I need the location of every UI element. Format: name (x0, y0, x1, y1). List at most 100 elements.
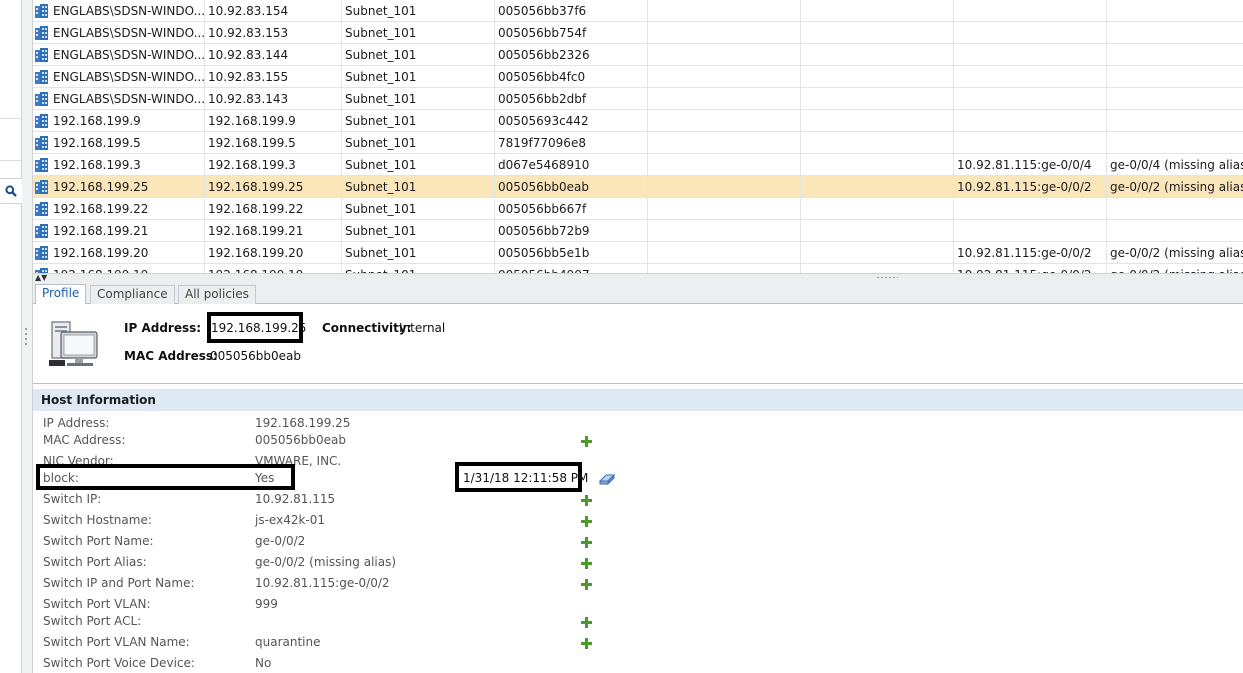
table-row[interactable]: 192.168.199.9 192.168.199.9 Subnet_101 0050… (33, 110, 1243, 132)
table-cell (1107, 110, 1243, 132)
cell-text: 192.168.199.21 (53, 224, 149, 238)
table-cell (1107, 220, 1243, 242)
table-cell: d067e5468910 (495, 154, 648, 176)
cell-text: Subnet_101 (345, 4, 417, 18)
table-row[interactable]: 192.168.199.20 192.168.199.20 Subnet_101 00… (33, 242, 1243, 264)
table-cell: 192.168.199.22 (33, 198, 205, 220)
table-cell: 192.168.199.21 (205, 220, 342, 242)
plus-icon[interactable] (581, 558, 592, 569)
host-icon (35, 224, 48, 238)
table-row[interactable]: 192.168.199.22 192.168.199.22 Subnet_101 00… (33, 198, 1243, 220)
app-window: ENGLABS\SDSN-WINDO... 10.92.83.154 Subnet_… (0, 0, 1243, 673)
host-icon (35, 202, 48, 216)
left-panel-divider (0, 118, 22, 119)
table-cell (801, 88, 954, 110)
cell-text: 192.168.199.20 (208, 246, 304, 260)
host-info-label: IP Address: (43, 416, 110, 430)
cell-text: 192.168.199.3 (53, 158, 141, 172)
panel-splitter[interactable] (22, 0, 33, 673)
cell-text: 192.168.199.9 (208, 114, 296, 128)
table-cell: Subnet_101 (342, 44, 495, 66)
plus-icon[interactable] (581, 617, 592, 628)
cell-text: 005056bb2326 (498, 48, 590, 62)
table-resize-bar[interactable]: ▲▼ (33, 274, 1243, 282)
cell-text: ENGLABS\SDSN-WINDO... (53, 70, 205, 84)
host-info-label: Switch Port Name: (43, 534, 154, 548)
table-cell: 7819f77096e8 (495, 132, 648, 154)
mac-address-value: 005056bb0eab (210, 349, 302, 363)
table-cell: ge-0/0/2 (missing alias) (1107, 264, 1243, 273)
resize-grip[interactable] (876, 276, 898, 279)
table-cell: Subnet_101 (342, 242, 495, 264)
table-cell (954, 198, 1107, 220)
host-info-value: ge-0/0/2 (255, 534, 306, 548)
table-cell (1107, 88, 1243, 110)
host-info-value: No (255, 656, 272, 670)
table-cell (1107, 132, 1243, 154)
cell-text: d067e5468910 (498, 158, 590, 172)
table-cell (648, 44, 801, 66)
left-search-button[interactable] (0, 178, 22, 204)
collapse-arrows-icon[interactable]: ▲▼ (35, 274, 47, 282)
table-cell (801, 220, 954, 242)
cell-text: 10.92.83.155 (208, 70, 289, 84)
host-icon (35, 70, 48, 84)
cell-text: Subnet_101 (345, 136, 417, 150)
table-cell (801, 132, 954, 154)
table-row[interactable]: 192.168.199.25 192.168.199.25 Subnet_101 00… (33, 176, 1243, 198)
table-cell (801, 110, 954, 132)
table-cell: 10.92.83.143 (205, 88, 342, 110)
host-information-header[interactable]: Host Information (33, 389, 1243, 411)
table-row[interactable]: ENGLABS\SDSN-WINDO... 10.92.83.143 Subnet_… (33, 88, 1243, 110)
table-cell: 005056bb4997 (495, 264, 648, 273)
left-panel (0, 0, 22, 673)
table-cell: 005056bb0eab (495, 176, 648, 198)
table-row[interactable]: 192.168.199.3 192.168.199.3 Subnet_101 d067… (33, 154, 1243, 176)
table-row[interactable]: 192.168.199.21 192.168.199.21 Subnet_101 00… (33, 220, 1243, 242)
table-row[interactable]: ENGLABS\SDSN-WINDO... 10.92.83.153 Subnet_… (33, 22, 1243, 44)
tab-all-policies[interactable]: All policies (178, 285, 256, 304)
table-cell: 192.168.199.22 (205, 198, 342, 220)
table-cell (801, 22, 954, 44)
host-information-panel: Host Information IP Address: 192.168.199.… (33, 384, 1243, 673)
table-cell (648, 242, 801, 264)
tab-profile[interactable]: Profile (35, 284, 87, 305)
cell-text: 10.92.83.144 (208, 48, 289, 62)
table-cell: 192.168.199.5 (33, 132, 205, 154)
table-cell: Subnet_101 (342, 154, 495, 176)
table-cell: 192.168.199.5 (205, 132, 342, 154)
plus-icon[interactable] (581, 638, 592, 649)
table-row[interactable]: 192.168.199.19192.168.199.19Subnet_10100… (33, 264, 1243, 273)
computer-icon (49, 321, 98, 366)
plus-icon[interactable] (581, 516, 592, 527)
table-cell: 005056bb2326 (495, 44, 648, 66)
table-row[interactable]: ENGLABS\SDSN-WINDO... 10.92.83.144 Subnet_… (33, 44, 1243, 66)
table-cell: ENGLABS\SDSN-WINDO... (33, 88, 205, 110)
cell-text: ENGLABS\SDSN-WINDO... (53, 92, 205, 106)
table-cell: 005056bb2dbf (495, 88, 648, 110)
plus-icon[interactable] (581, 495, 592, 506)
cell-text: Subnet_101 (345, 180, 417, 194)
cell-text: 10.92.83.143 (208, 92, 289, 106)
plus-icon[interactable] (581, 579, 592, 590)
table-cell: 192.168.199.20 (205, 242, 342, 264)
plus-icon[interactable] (581, 436, 592, 447)
cell-text: 005056bb5e1b (498, 246, 590, 260)
plus-icon[interactable] (581, 537, 592, 548)
host-icon (35, 26, 48, 40)
table-cell: Subnet_101 (342, 264, 495, 273)
host-info-label: Switch Port Voice Device: (43, 656, 195, 670)
table-cell: 192.168.199.9 (33, 110, 205, 132)
table-row[interactable]: ENGLABS\SDSN-WINDO... 10.92.83.154 Subnet_… (33, 0, 1243, 22)
cell-text: 192.168.199.9 (53, 114, 141, 128)
table-row[interactable]: ENGLABS\SDSN-WINDO... 10.92.83.155 Subnet_… (33, 66, 1243, 88)
splitter-grip[interactable] (24, 328, 28, 350)
table-cell: Subnet_101 (342, 110, 495, 132)
tab-compliance[interactable]: Compliance (90, 285, 175, 304)
eraser-icon[interactable] (599, 473, 615, 485)
host-icon (35, 48, 48, 62)
table-cell: ENGLABS\SDSN-WINDO... (33, 22, 205, 44)
table-row[interactable]: 192.168.199.5 192.168.199.5 Subnet_101 7819… (33, 132, 1243, 154)
table-cell (1107, 198, 1243, 220)
cell-text: 192.168.199.25 (53, 180, 149, 194)
